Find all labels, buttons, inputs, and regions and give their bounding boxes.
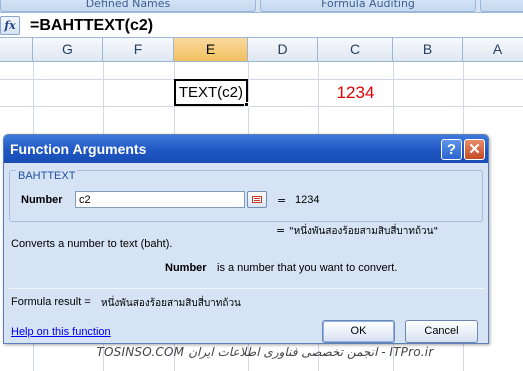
function-groupbox: BAHTTEXT Number = 1234 xyxy=(9,170,483,222)
dialog-titlebar[interactable]: Function Arguments ? ✕ xyxy=(4,135,488,163)
cancel-button[interactable]: Cancel xyxy=(405,320,478,343)
help-on-function-link[interactable]: Help on this function xyxy=(11,326,111,338)
formula-bar-input[interactable]: =BAHTTEXT(c2) xyxy=(30,17,153,35)
excel-window: Defined Names Formula Auditing fx =BAHTT… xyxy=(0,0,523,371)
column-header-c[interactable]: C xyxy=(318,38,393,61)
column-header-d[interactable]: D xyxy=(248,38,318,61)
argument-help-name: Number xyxy=(165,262,207,274)
gridline xyxy=(0,106,523,107)
argument-label: Number xyxy=(21,194,63,206)
function-description: Converts a number to text (baht). xyxy=(11,238,173,250)
function-arguments-dialog: Function Arguments ? ✕ BAHTTEXT Number =… xyxy=(3,134,489,344)
number-argument-input[interactable] xyxy=(75,191,245,208)
column-header-a[interactable]: A xyxy=(463,38,523,61)
argument-evaluated-value: 1234 xyxy=(295,194,320,206)
column-headers: G F E D C B A xyxy=(0,38,523,62)
collapse-dialog-button[interactable] xyxy=(247,191,267,208)
column-header-f[interactable]: F xyxy=(103,38,174,61)
result-equals: = xyxy=(276,224,286,237)
function-name: BAHTTEXT xyxy=(16,170,78,182)
formula-result-value: หนึ่งพันสองร้อยสามสิบสี่บาทถ้วน xyxy=(101,298,241,309)
divider xyxy=(9,288,485,289)
column-header-b[interactable]: B xyxy=(393,38,463,61)
gridline xyxy=(0,79,523,80)
help-icon[interactable]: ? xyxy=(441,139,462,160)
fill-handle[interactable] xyxy=(244,102,249,107)
ribbon-group-defined-names[interactable]: Defined Names xyxy=(0,0,256,12)
ok-button[interactable]: OK xyxy=(322,320,395,343)
collapse-dialog-icon xyxy=(252,196,262,203)
watermark-text: TOSINSO.COM انجمن تخصصی فناوری اطلاعات ا… xyxy=(96,345,434,359)
close-icon[interactable]: ✕ xyxy=(464,139,485,160)
dialog-title: Function Arguments xyxy=(10,141,147,157)
column-header-g[interactable]: G xyxy=(33,38,103,61)
argument-help-text: is a number that you want to convert. xyxy=(217,262,398,274)
function-result-preview: "หนึ่งพันสองร้อยสามสิบสี่บาทถ้วน" xyxy=(289,226,439,237)
ribbon-group-next[interactable] xyxy=(480,0,523,12)
column-header-e[interactable]: E xyxy=(174,38,248,61)
function-icon[interactable]: fx xyxy=(0,16,20,35)
column-header-blank[interactable] xyxy=(0,38,33,61)
cell-c-value[interactable]: 1234 xyxy=(318,80,393,106)
ribbon-group-formula-auditing[interactable]: Formula Auditing xyxy=(260,0,476,12)
active-cell-e[interactable]: TEXT(c2) xyxy=(174,79,248,106)
formula-result-label: Formula result = xyxy=(11,296,91,308)
argument-equals: = xyxy=(277,194,287,207)
ribbon-group-strip: Defined Names Formula Auditing xyxy=(0,0,523,13)
formula-bar: fx =BAHTTEXT(c2) xyxy=(0,13,523,38)
